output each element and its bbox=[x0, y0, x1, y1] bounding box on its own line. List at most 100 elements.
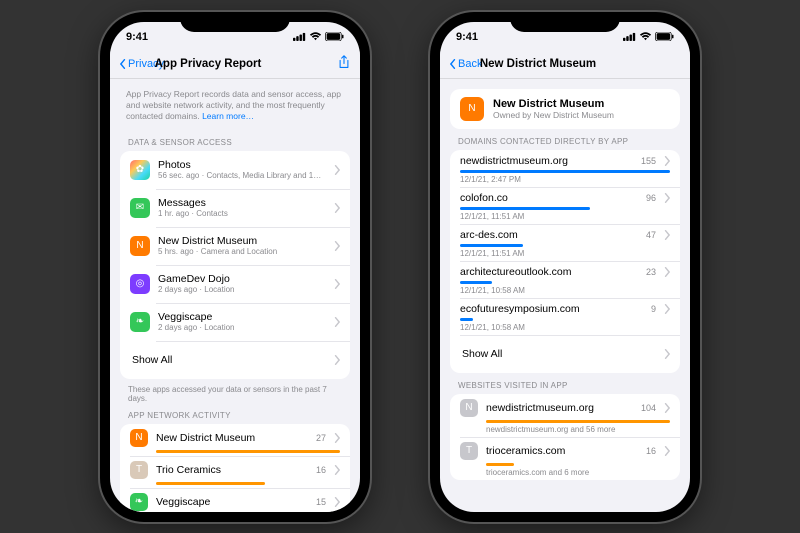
domain-name: newdistrictmuseum.org bbox=[460, 155, 637, 167]
phone-right: 9:41 Back New District Museum N bbox=[430, 12, 700, 522]
notch bbox=[510, 12, 620, 32]
apps-card: ✿Photos56 sec. ago · Contacts, Media Lib… bbox=[120, 151, 350, 379]
chevron-right-icon bbox=[664, 230, 670, 240]
chevron-right-icon bbox=[664, 446, 670, 456]
bar-fill bbox=[460, 244, 523, 247]
section-footer: These apps accessed your data or sensors… bbox=[120, 379, 350, 403]
bar-fill bbox=[156, 482, 265, 485]
network-row[interactable]: N New District Museum 27 bbox=[120, 424, 350, 456]
app-icon: ✉ bbox=[130, 198, 150, 218]
app-row[interactable]: NNew District Museum5 hrs. ago · Camera … bbox=[120, 227, 350, 265]
chevron-right-icon bbox=[664, 349, 670, 359]
screen-right: 9:41 Back New District Museum N bbox=[440, 22, 690, 512]
domain-name: colofon.co bbox=[460, 192, 642, 204]
chevron-right-icon bbox=[334, 317, 340, 327]
bar-fill bbox=[460, 170, 670, 173]
app-row[interactable]: ✿Photos56 sec. ago · Contacts, Media Lib… bbox=[120, 151, 350, 189]
app-subtitle: 2 days ago · Location bbox=[158, 285, 330, 294]
section-header-data-sensor: DATA & SENSOR ACCESS bbox=[120, 130, 350, 151]
app-row[interactable]: ◎GameDev Dojo2 days ago · Location bbox=[120, 265, 350, 303]
chevron-right-icon bbox=[334, 241, 340, 251]
intro-text: App Privacy Report records data and sens… bbox=[120, 79, 350, 130]
chevron-right-icon bbox=[334, 355, 340, 365]
show-all-row[interactable]: Show All bbox=[450, 335, 680, 373]
website-row[interactable]: Ttrioceramics.com16trioceramics.com and … bbox=[450, 437, 680, 480]
website-sub: trioceramics.com and 6 more bbox=[486, 468, 670, 477]
website-sub: newdistrictmuseum.org and 56 more bbox=[486, 425, 670, 434]
app-row[interactable]: ✉Messages1 hr. ago · Contacts bbox=[120, 189, 350, 227]
status-icons bbox=[623, 32, 674, 41]
network-app-name: New District Museum bbox=[156, 432, 312, 444]
app-icon: T bbox=[130, 461, 148, 479]
domain-name: arc-des.com bbox=[460, 229, 642, 241]
app-icon: N bbox=[460, 97, 484, 121]
show-all-label: Show All bbox=[462, 348, 660, 360]
screen-left: 9:41 Privacy App Privacy Report bbox=[110, 22, 360, 512]
domain-time: 12/1/21, 10:58 AM bbox=[460, 323, 670, 332]
domain-time: 12/1/21, 10:58 AM bbox=[460, 286, 670, 295]
bar-fill bbox=[486, 463, 514, 466]
app-name: New District Museum bbox=[158, 235, 330, 247]
bar-track bbox=[460, 207, 670, 210]
domain-row[interactable]: newdistrictmuseum.org 155 12/1/21, 2:47 PM bbox=[450, 150, 680, 187]
app-icon: N bbox=[130, 429, 148, 447]
chevron-right-icon bbox=[664, 304, 670, 314]
bar-fill bbox=[460, 318, 473, 321]
website-row[interactable]: Nnewdistrictmuseum.org104newdistrictmuse… bbox=[450, 394, 680, 437]
network-app-name: Veggiscape bbox=[156, 496, 312, 508]
chevron-right-icon bbox=[664, 403, 670, 413]
domains-card: newdistrictmuseum.org 155 12/1/21, 2:47 PM… bbox=[450, 150, 680, 373]
nav-bar: Back New District Museum bbox=[440, 50, 690, 79]
network-app-name: Trio Ceramics bbox=[156, 464, 312, 476]
domain-name: ecofuturesymposium.com bbox=[460, 303, 647, 315]
section-header-domains: DOMAINS CONTACTED DIRECTLY BY APP bbox=[450, 129, 680, 150]
network-row[interactable]: TTrio Ceramics16 bbox=[120, 456, 350, 488]
network-count: 27 bbox=[316, 433, 326, 443]
bar-track bbox=[156, 482, 340, 485]
domain-count: 23 bbox=[646, 267, 656, 277]
battery-icon bbox=[655, 32, 674, 41]
app-name: New District Museum bbox=[493, 98, 614, 110]
domain-row[interactable]: architectureoutlook.com2312/1/21, 10:58 … bbox=[450, 261, 680, 298]
phone-left: 9:41 Privacy App Privacy Report bbox=[100, 12, 370, 522]
status-time: 9:41 bbox=[126, 31, 148, 43]
show-all-row[interactable]: Show All bbox=[120, 341, 350, 379]
show-all-label: Show All bbox=[132, 354, 330, 366]
network-count: 15 bbox=[316, 497, 326, 507]
share-button[interactable] bbox=[296, 55, 350, 72]
app-subtitle: 56 sec. ago · Contacts, Media Library an… bbox=[158, 171, 330, 180]
domain-time: 12/1/21, 11:51 AM bbox=[460, 212, 670, 221]
chevron-right-icon bbox=[334, 465, 340, 475]
domain-row[interactable]: colofon.co9612/1/21, 11:51 AM bbox=[450, 187, 680, 224]
chevron-right-icon bbox=[334, 279, 340, 289]
bar-track bbox=[460, 244, 670, 247]
share-icon bbox=[338, 55, 350, 69]
content[interactable]: App Privacy Report records data and sens… bbox=[110, 79, 360, 512]
website-name: newdistrictmuseum.org bbox=[486, 402, 637, 414]
bar-track bbox=[156, 450, 340, 453]
network-card: NNew District Museum27TTrio Ceramics16❧V… bbox=[120, 424, 350, 512]
network-row[interactable]: ❧ Veggiscape 15 bbox=[120, 488, 350, 512]
app-row[interactable]: ❧ Veggiscape2 days ago · Location bbox=[120, 303, 350, 341]
status-icons bbox=[293, 32, 344, 41]
website-name: trioceramics.com bbox=[486, 445, 642, 457]
domain-time: 12/1/21, 11:51 AM bbox=[460, 249, 670, 258]
app-header-card: N New District Museum Owned by New Distr… bbox=[450, 89, 680, 129]
chevron-right-icon bbox=[334, 203, 340, 213]
domain-time: 12/1/21, 2:47 PM bbox=[460, 175, 670, 184]
domain-row[interactable]: arc-des.com4712/1/21, 11:51 AM bbox=[450, 224, 680, 261]
app-owner: Owned by New District Museum bbox=[493, 110, 614, 120]
websites-card: Nnewdistrictmuseum.org104newdistrictmuse… bbox=[450, 394, 680, 480]
app-icon: ❧ bbox=[130, 312, 150, 332]
app-name: Photos bbox=[158, 159, 330, 171]
domain-count: 155 bbox=[641, 156, 656, 166]
domain-row[interactable]: ecofuturesymposium.com912/1/21, 10:58 AM bbox=[450, 298, 680, 335]
chevron-right-icon bbox=[334, 497, 340, 507]
chevron-right-icon bbox=[334, 433, 340, 443]
app-icon: ❧ bbox=[130, 493, 148, 511]
bar-track bbox=[486, 420, 670, 423]
app-subtitle: 2 days ago · Location bbox=[158, 323, 330, 332]
content[interactable]: N New District Museum Owned by New Distr… bbox=[440, 79, 690, 512]
learn-more-link[interactable]: Learn more… bbox=[202, 111, 254, 121]
app-name: Veggiscape bbox=[158, 311, 330, 323]
